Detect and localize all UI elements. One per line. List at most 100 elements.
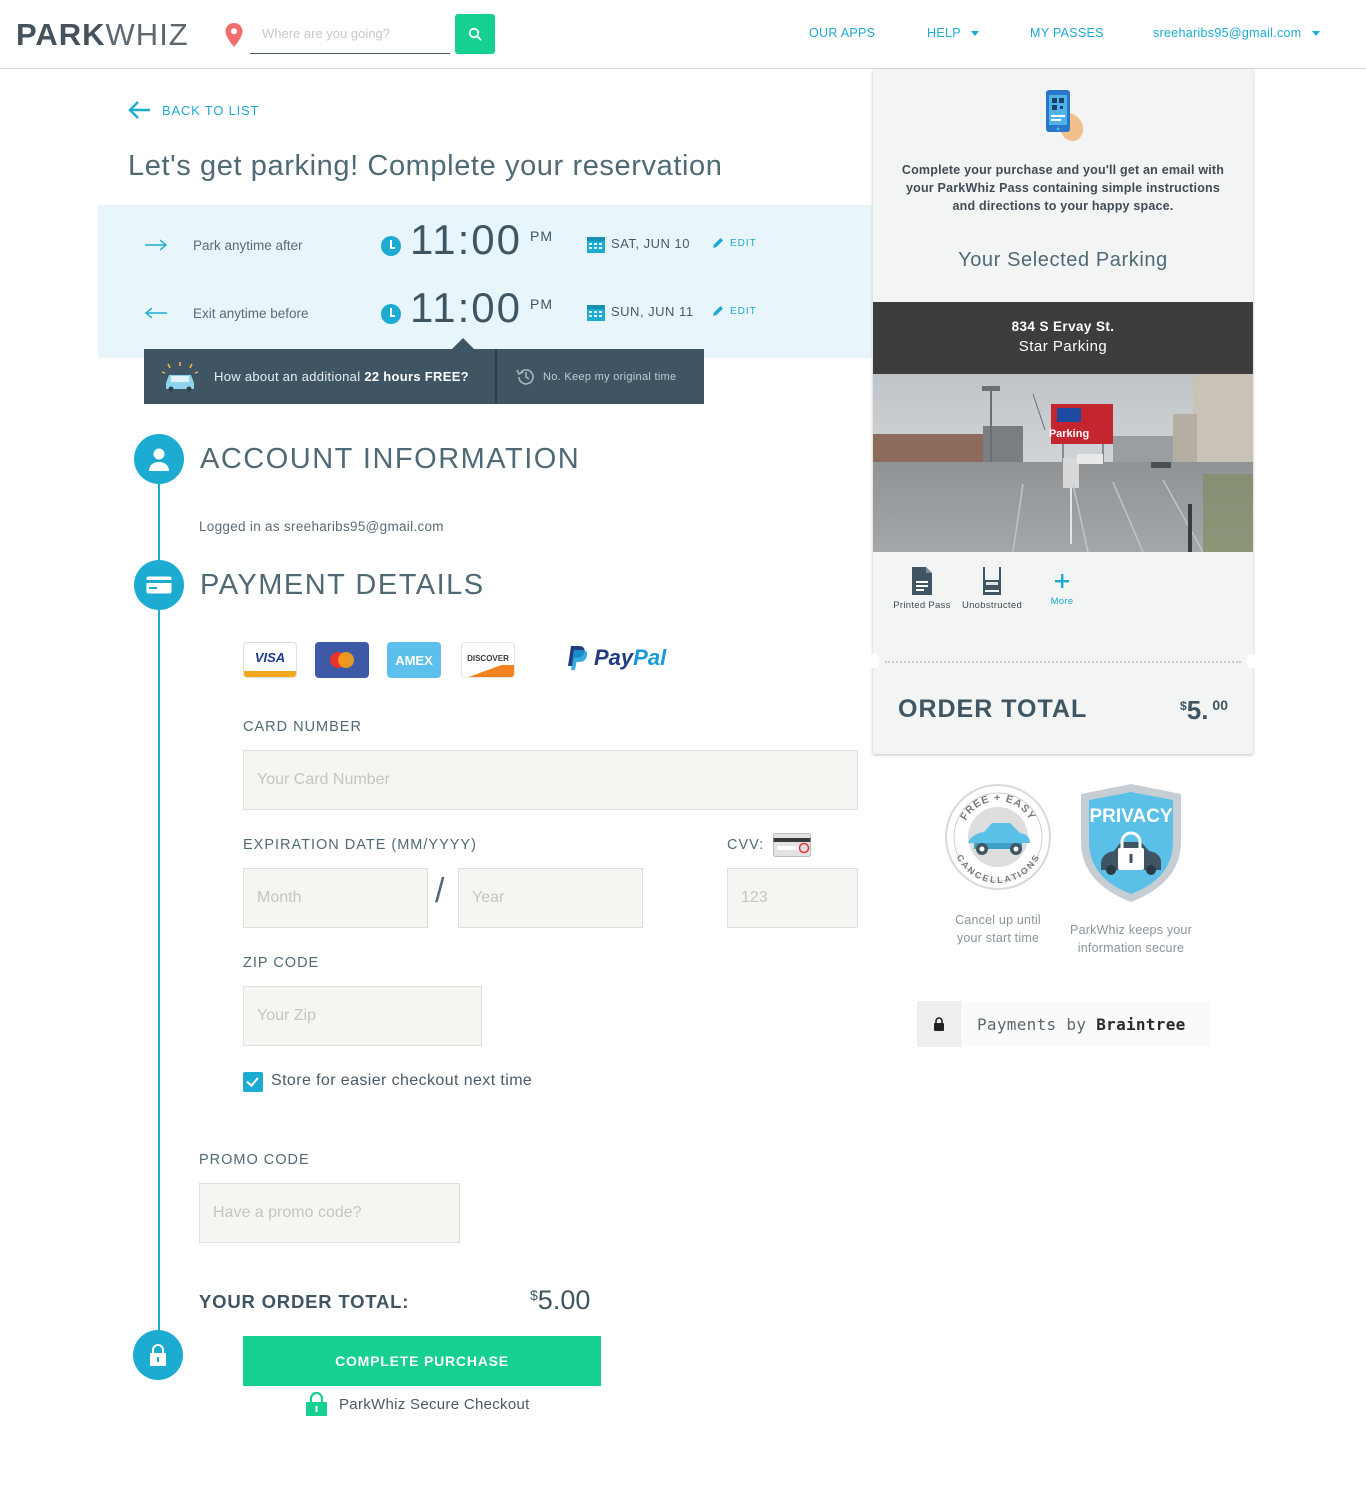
user-icon: [149, 448, 169, 471]
history-icon: [516, 368, 534, 385]
paypal-logo[interactable]: Pay Pal: [566, 645, 666, 671]
printed-pass-icon: [912, 567, 932, 595]
arrow-right-icon: [145, 239, 168, 251]
nav-my-passes[interactable]: MY PASSES: [1030, 26, 1104, 40]
cancellation-caption: Cancel up until your start time: [955, 913, 1041, 945]
exit-before-date[interactable]: SUN, JUN 11: [611, 304, 694, 319]
padlock-icon: [306, 1392, 327, 1416]
extend-time-offer: How about an additional 22 hours FREE? N…: [144, 338, 704, 404]
cvv-card-icon: [773, 833, 811, 857]
clock-icon: [381, 236, 401, 256]
secure-checkout-note: ParkWhiz Secure Checkout: [305, 1392, 530, 1416]
promo-code-input[interactable]: [199, 1183, 460, 1243]
sidebar-order-total-value: $5. 00: [1180, 695, 1228, 725]
exit-before-ampm: PM: [530, 296, 553, 312]
amenity-more-button[interactable]: More: [1041, 566, 1083, 607]
amex-logo[interactable]: AMEX: [387, 642, 441, 678]
store-card-checkbox[interactable]: [243, 1072, 263, 1092]
lock-icon: [150, 1344, 166, 1366]
parking-lot-photo: Parking: [873, 374, 1253, 552]
logged-in-text: Logged in as sreeharibs95@gmail.com: [199, 519, 444, 534]
card-number-input[interactable]: [243, 750, 858, 810]
order-total-label: YOUR ORDER TOTAL:: [199, 1291, 410, 1312]
braintree-badge[interactable]: Payments by Braintree: [917, 1001, 1209, 1047]
amenity-unobstructed[interactable]: Unobstructed: [959, 566, 1025, 611]
visa-logo[interactable]: VISA: [243, 642, 297, 678]
account-section-title: ACCOUNT INFORMATION: [200, 443, 581, 475]
mastercard-circles-icon: [330, 652, 354, 668]
arrow-left-icon: [128, 101, 150, 119]
zip-input[interactable]: [243, 986, 482, 1046]
lot-name: Star Parking: [1018, 338, 1108, 355]
reservation-time-panel: Park anytime after 11:00 PM SAT, JUN 10 …: [98, 205, 872, 358]
expiration-month-input[interactable]: [243, 868, 428, 928]
ticket-perforation: [885, 661, 1241, 663]
location-search-input[interactable]: [250, 14, 450, 54]
edit-start-button[interactable]: EDIT: [712, 237, 757, 249]
parkwhiz-logo[interactable]: PARKWHIZ: [16, 17, 189, 53]
edit-end-button[interactable]: EDIT: [712, 305, 757, 317]
payment-step-badge: [134, 560, 184, 610]
cvv-input[interactable]: [727, 868, 858, 928]
keep-original-time-button[interactable]: No. Keep my original time: [497, 349, 704, 404]
credit-card-icon: [146, 576, 172, 594]
park-after-label: Park anytime after: [193, 238, 303, 253]
exit-before-row: Exit anytime before 11:00 PM SUN, JUN 11…: [98, 284, 872, 344]
exit-before-time[interactable]: 11:00: [410, 284, 522, 332]
discover-logo[interactable]: DISCOVER: [461, 642, 515, 678]
search-button[interactable]: [455, 14, 495, 54]
plus-icon: [1055, 574, 1069, 588]
mastercard-logo[interactable]: [315, 642, 369, 678]
lot-photo[interactable]: Parking: [873, 374, 1253, 552]
svg-text:PRIVACY: PRIVACY: [1089, 806, 1172, 827]
arrow-left-icon: [144, 307, 167, 319]
search-icon: [468, 27, 482, 41]
paypal-p-icon: [568, 646, 588, 670]
selected-parking-title: Your Selected Parking: [958, 249, 1168, 271]
privacy-caption: ParkWhiz keeps your information secure: [1070, 923, 1192, 955]
free-cancellation-badge: FREE + EASY CANCELLATIONS: [945, 784, 1051, 890]
park-after-time[interactable]: 11:00: [410, 216, 522, 264]
pass-info-message: Complete your purchase and you'll get an…: [901, 163, 1225, 213]
payment-section-title: PAYMENT DETAILS: [200, 569, 485, 601]
pencil-icon: [713, 306, 723, 316]
phone-pass-icon: [1046, 90, 1084, 141]
car-sparkle-icon: [161, 361, 199, 391]
chevron-down-icon: [970, 31, 979, 37]
ticket-notch-right: [1246, 654, 1260, 668]
unobstructed-icon: [983, 567, 1001, 595]
top-header: PARKWHIZ OUR APPS HELP MY PASSES sreehar…: [0, 0, 1366, 69]
pencil-icon: [713, 238, 723, 248]
calendar-icon: [587, 237, 605, 253]
nav-account-menu[interactable]: sreeharibs95@gmail.com: [1153, 26, 1320, 40]
park-after-ampm: PM: [530, 228, 553, 244]
page-title: Let's get parking! Complete your reserva…: [128, 150, 723, 182]
lock-icon: [934, 1017, 944, 1031]
amenity-printed-pass[interactable]: Printed Pass: [892, 566, 952, 611]
privacy-shield-badge: PRIVACY: [1081, 784, 1181, 902]
zip-label: ZIP CODE: [243, 955, 320, 971]
svg-text:Parking: Parking: [1049, 428, 1089, 440]
cvv-label: CVV:: [727, 837, 765, 853]
expiration-label: EXPIRATION DATE (MM/YYYY): [243, 837, 477, 853]
store-card-label[interactable]: Store for easier checkout next time: [271, 1072, 532, 1090]
lot-address: 834 S Ervay St.: [1011, 319, 1115, 334]
chevron-down-icon: [1311, 31, 1320, 37]
complete-purchase-button[interactable]: COMPLETE PURCHASE: [243, 1336, 601, 1386]
order-total-value: $5.00: [530, 1285, 591, 1315]
promo-label: PROMO CODE: [199, 1152, 310, 1168]
expiration-separator: /: [435, 872, 445, 910]
account-step-badge: [134, 434, 184, 484]
expiration-year-input[interactable]: [458, 868, 643, 928]
reservation-summary-card: Complete your purchase and you'll get an…: [866, 69, 1260, 754]
back-to-list-link[interactable]: BACK TO LIST: [128, 100, 259, 120]
ticket-notch-left: [866, 654, 880, 668]
sidebar-order-total-label: ORDER TOTAL: [898, 695, 1088, 723]
park-after-date[interactable]: SAT, JUN 10: [611, 236, 690, 251]
lot-name-bar: 834 S Ervay St. Star Parking: [873, 302, 1253, 374]
nav-help[interactable]: HELP: [927, 26, 979, 40]
exit-before-label: Exit anytime before: [193, 306, 309, 321]
accept-extension-button[interactable]: How about an additional 22 hours FREE?: [144, 349, 497, 404]
clock-icon: [381, 304, 401, 324]
nav-our-apps[interactable]: OUR APPS: [809, 26, 875, 40]
